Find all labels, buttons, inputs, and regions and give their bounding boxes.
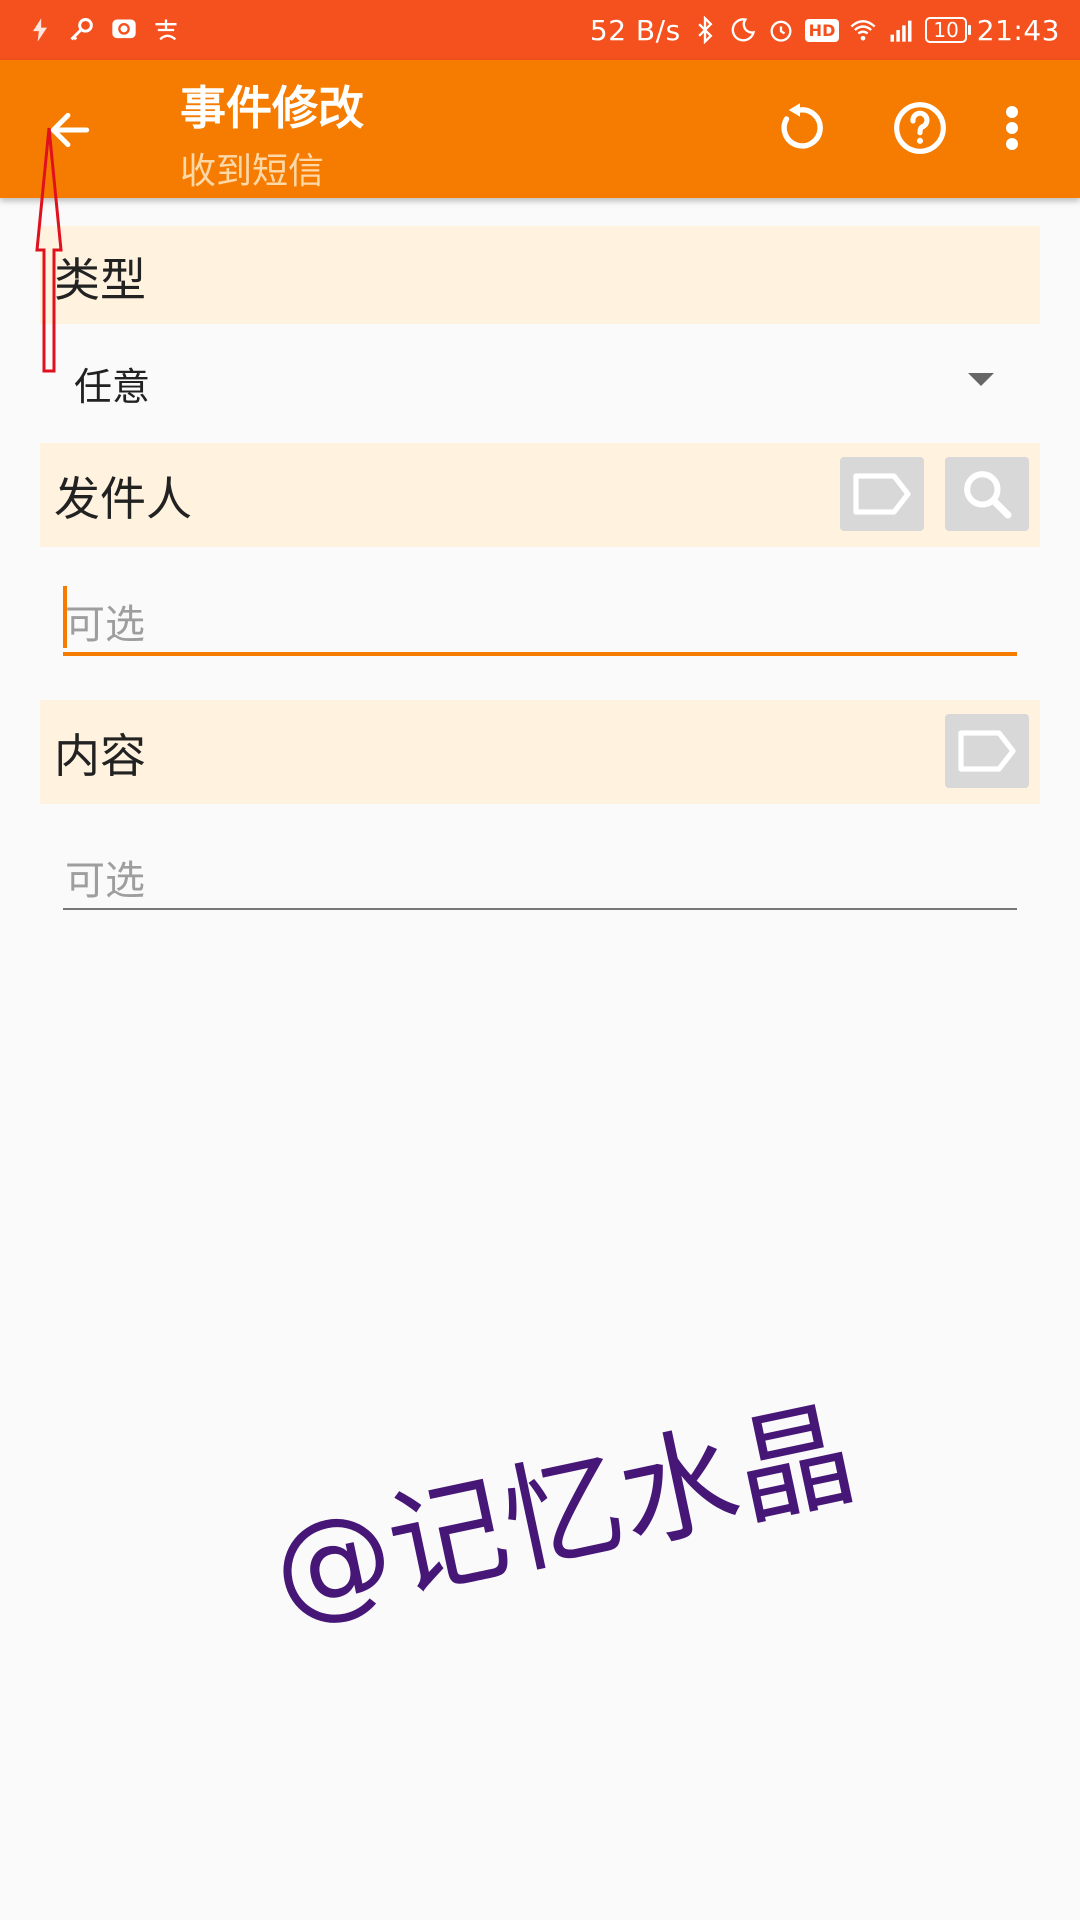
- app-bar: 事件修改 收到短信: [0, 60, 1080, 198]
- type-label: 类型: [54, 253, 146, 307]
- status-bar: 52 B/s HD 10 21:43: [0, 0, 1080, 60]
- tag-icon: [853, 473, 911, 515]
- watermark: @记忆水晶: [260, 1383, 867, 1642]
- bluetooth-icon: [698, 16, 713, 44]
- help-icon: [894, 102, 946, 154]
- content-label: 内容: [54, 729, 146, 783]
- search-icon: [964, 471, 1012, 519]
- dropdown-arrow-icon: [968, 373, 994, 386]
- message-icon: [112, 19, 136, 39]
- type-section-header: 类型: [40, 226, 1040, 324]
- more-options-button[interactable]: [992, 96, 1032, 160]
- content-section-header: 内容: [40, 700, 1040, 804]
- more-vert-icon: [1006, 106, 1018, 150]
- battery-indicator: 10: [925, 17, 972, 43]
- sender-placeholder: 可选: [65, 602, 145, 648]
- sender-tag-button[interactable]: [840, 457, 924, 531]
- clock: 21:43: [976, 13, 1060, 47]
- content-input[interactable]: 可选: [63, 838, 1017, 914]
- sender-underline: [63, 652, 1017, 656]
- status-left-icons: [26, 12, 180, 48]
- page-subtitle: 收到短信: [180, 151, 325, 192]
- content-tag-button[interactable]: [945, 714, 1029, 788]
- sender-input[interactable]: 可选: [63, 582, 1017, 658]
- sender-section-header: 发件人: [40, 443, 1040, 547]
- tag-icon: [958, 730, 1016, 772]
- wifi-icon: [850, 20, 876, 41]
- undo-icon: [781, 103, 823, 149]
- page-title: 事件修改: [180, 81, 364, 135]
- signal-icon: [890, 20, 912, 42]
- content-underline: [63, 908, 1017, 910]
- status-right-icons: 52 B/s HD 10 21:43: [590, 12, 1060, 48]
- sender-search-button[interactable]: [945, 457, 1029, 531]
- type-value: 任意: [74, 365, 151, 409]
- undo-button[interactable]: [768, 96, 832, 160]
- moon-icon: [731, 18, 755, 42]
- sender-label: 发件人: [54, 472, 192, 526]
- key-icon: [70, 18, 93, 41]
- help-button[interactable]: [888, 96, 952, 160]
- hd-badge: HD: [804, 18, 840, 42]
- alipay-icon: [155, 19, 177, 41]
- flash-icon: [33, 18, 47, 42]
- content-placeholder: 可选: [65, 858, 145, 904]
- annotation-arrow: [35, 127, 63, 373]
- alarm-icon: [770, 20, 792, 42]
- net-speed: 52 B/s: [589, 13, 681, 47]
